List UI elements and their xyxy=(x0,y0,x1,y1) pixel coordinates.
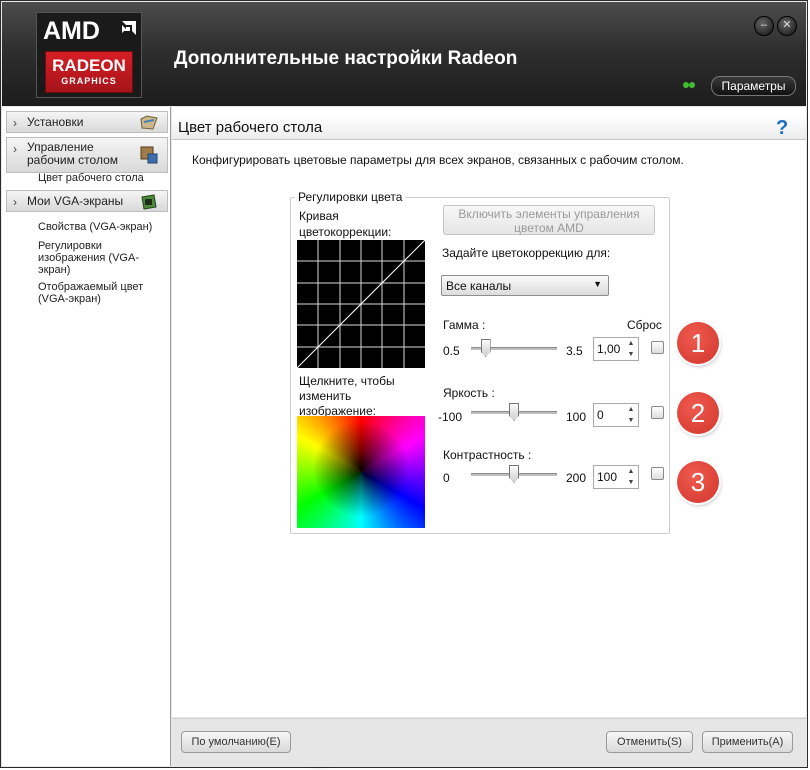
dropdown-arrow-icon: ▼ xyxy=(593,279,602,289)
minimize-button[interactable]: – xyxy=(754,16,774,36)
gamma-min: 0.5 xyxy=(443,344,460,358)
desktop-monitor-icon xyxy=(140,146,158,164)
enable-amd-color-button[interactable]: Включить элементы управления цветом AMD xyxy=(443,205,655,235)
group-legend: Регулировки цвета xyxy=(295,190,406,204)
brightness-reset-checkbox[interactable] xyxy=(651,406,664,419)
reset-label: Сброс xyxy=(627,318,662,332)
brightness-min: -100 xyxy=(438,410,463,424)
spin-up-icon[interactable]: ▲ xyxy=(625,338,637,349)
sidebar-section-vga[interactable]: › Мои VGA-экраны xyxy=(6,190,168,212)
amd-arrow-icon xyxy=(122,21,136,35)
channel-select-value: Все каналы xyxy=(446,279,512,293)
contrast-value: 100 xyxy=(597,470,618,484)
spin-down-icon[interactable]: ▼ xyxy=(625,477,637,488)
logo-red-panel: RADEON GRAPHICS xyxy=(45,51,133,93)
contrast-min: 0 xyxy=(443,471,450,485)
spin-up-icon[interactable]: ▲ xyxy=(625,404,637,415)
close-button[interactable]: ✕ xyxy=(777,16,797,36)
page-title-bar: Цвет рабочего стола ? xyxy=(172,115,806,140)
footer-bar: По умолчанию(E) Отменить(S) Применить(A) xyxy=(172,718,806,767)
default-button[interactable]: По умолчанию(E) xyxy=(181,731,291,753)
gamma-slider-thumb[interactable] xyxy=(480,339,491,357)
curve-label: Кривая цветокоррекции: xyxy=(299,209,392,239)
app-header: AMD RADEON GRAPHICS Дополнительные настр… xyxy=(2,2,806,106)
spin-down-icon[interactable]: ▼ xyxy=(625,349,637,360)
gamma-reset-checkbox[interactable] xyxy=(651,341,664,354)
sidebar-section-label: Мои VGA-экраны xyxy=(27,194,124,208)
sidebar: › Установки › Управление рабочим столом … xyxy=(2,107,171,766)
apply-button[interactable]: Применить(A) xyxy=(702,731,793,753)
folder-icon xyxy=(140,115,158,130)
brightness-max: 100 xyxy=(566,410,587,424)
status-connection-icon xyxy=(683,82,695,88)
color-adjustments-group: Регулировки цвета Кривая цветокоррекции:… xyxy=(290,190,670,534)
annotation-badge-1: 1 xyxy=(677,322,719,364)
page-description: Конфигурировать цветовые параметры для в… xyxy=(192,153,684,167)
logo-graphics-text: GRAPHICS xyxy=(61,76,117,86)
gamma-max: 3.5 xyxy=(566,344,583,358)
brightness-value: 0 xyxy=(597,408,604,422)
sidebar-item-desktop-color[interactable]: Цвет рабочего стола xyxy=(38,172,144,184)
help-icon[interactable]: ? xyxy=(776,117,788,140)
chevron-right-icon: › xyxy=(13,195,17,209)
annotation-badge-3: 3 xyxy=(677,461,719,503)
channel-select[interactable]: Все каналы ▼ xyxy=(441,275,609,296)
sidebar-section-label: Установки xyxy=(27,115,84,129)
color-curve-grid[interactable] xyxy=(297,240,425,368)
sidebar-section-settings[interactable]: › Установки xyxy=(6,111,168,133)
spin-up-icon[interactable]: ▲ xyxy=(625,466,637,477)
gamma-spinbox[interactable]: 1,00 ▲ ▼ xyxy=(593,337,639,361)
contrast-reset-checkbox[interactable] xyxy=(651,467,664,480)
sidebar-item-vga-properties[interactable]: Свойства (VGA-экран) xyxy=(38,221,152,233)
annotation-badge-2: 2 xyxy=(677,392,719,434)
amd-radeon-logo: AMD RADEON GRAPHICS xyxy=(36,12,142,98)
click-to-change-label: Щелкните, чтобы изменить изображение: xyxy=(299,374,395,418)
contrast-spinbox[interactable]: 100 ▲ ▼ xyxy=(593,465,639,489)
sidebar-section-label: Управление рабочим столом xyxy=(27,140,119,167)
gamma-value: 1,00 xyxy=(597,342,621,356)
contrast-slider-thumb[interactable] xyxy=(509,465,519,483)
sidebar-section-desktop[interactable]: › Управление рабочим столом xyxy=(6,137,168,173)
set-correction-for-label: Задайте цветокоррекцию для: xyxy=(442,246,611,260)
logo-radeon-text: RADEON xyxy=(52,56,126,75)
color-preview-image[interactable] xyxy=(297,416,425,528)
params-button[interactable]: Параметры xyxy=(711,76,796,96)
sidebar-item-vga-display-color[interactable]: Отображаемый цвет (VGA-экран) xyxy=(38,281,158,305)
page-title: Цвет рабочего стола xyxy=(178,119,323,136)
spin-down-icon[interactable]: ▼ xyxy=(625,415,637,426)
chevron-right-icon: › xyxy=(13,142,17,156)
brightness-spinbox[interactable]: 0 ▲ ▼ xyxy=(593,403,639,427)
cancel-button[interactable]: Отменить(S) xyxy=(606,731,693,753)
brightness-label: Яркость : xyxy=(443,386,495,400)
brightness-slider-thumb[interactable] xyxy=(509,403,519,421)
contrast-max: 200 xyxy=(566,471,587,485)
gamma-label: Гамма : xyxy=(443,318,486,332)
vga-display-icon xyxy=(141,194,157,210)
contrast-label: Контрастность : xyxy=(443,448,532,462)
chevron-right-icon: › xyxy=(13,116,17,130)
logo-amd-text: AMD xyxy=(43,17,100,45)
sidebar-item-vga-image-adjust[interactable]: Регулировки изображения (VGA-экран) xyxy=(38,240,158,276)
app-title: Дополнительные настройки Radeon xyxy=(174,48,518,69)
